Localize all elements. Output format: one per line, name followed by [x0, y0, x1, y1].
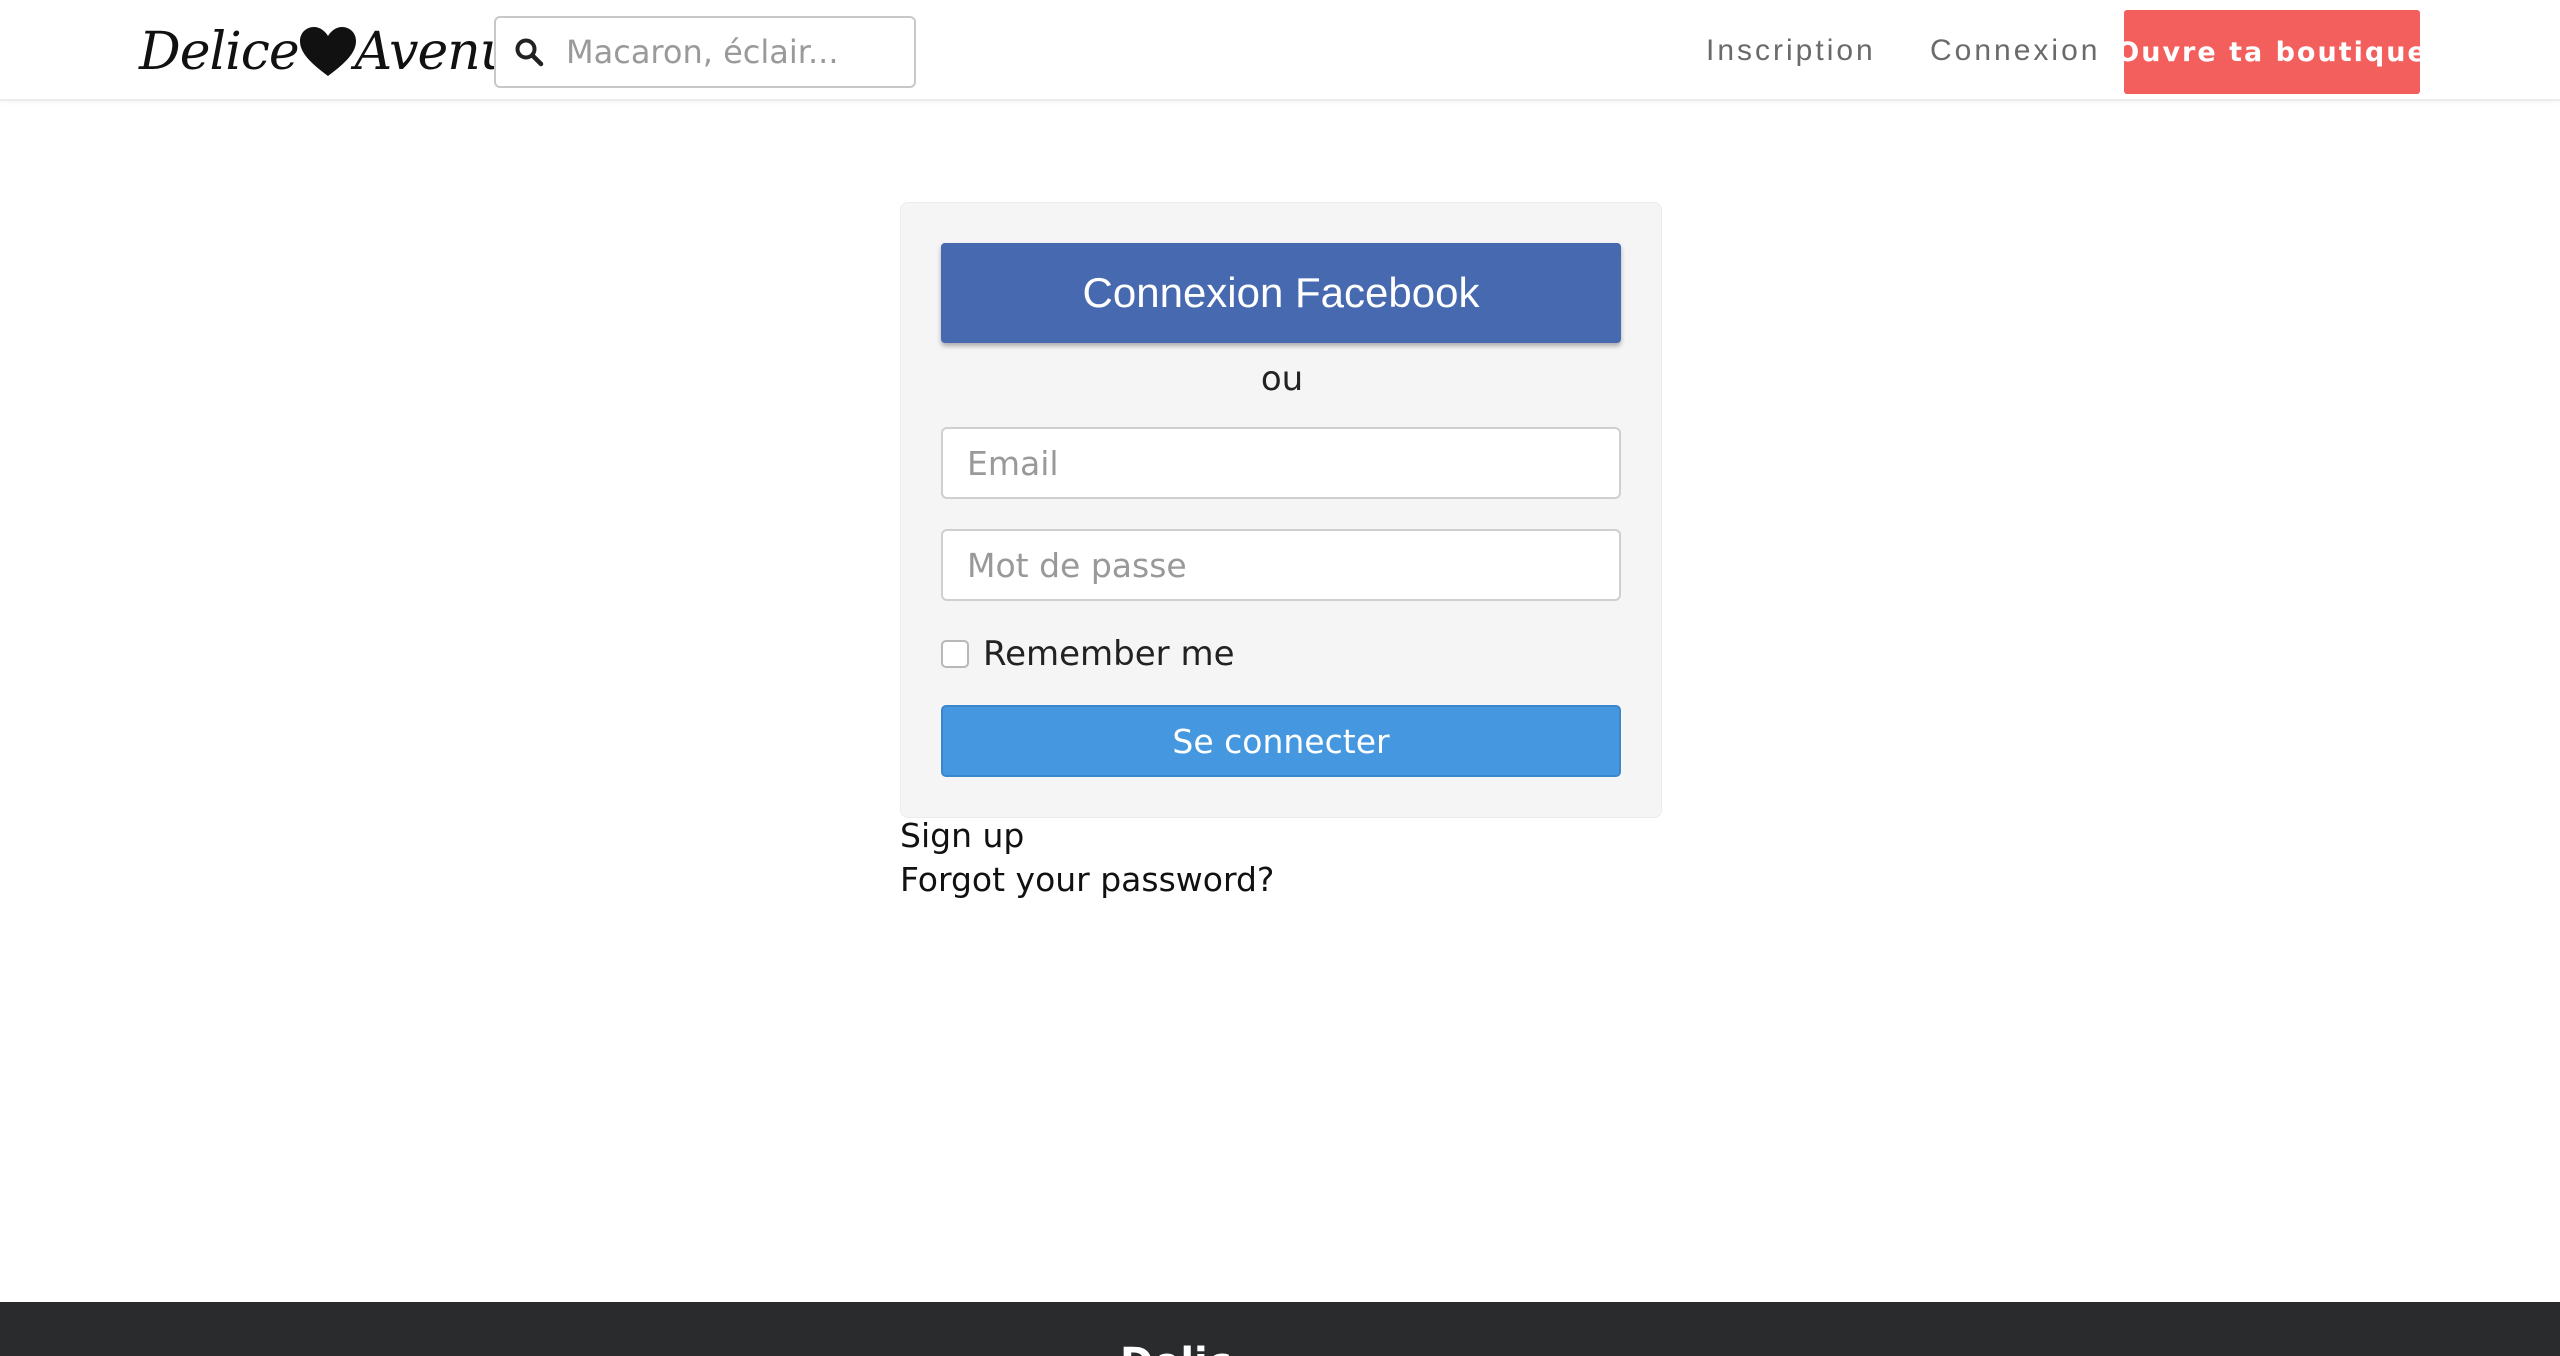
footer: Delic: [0, 1302, 2560, 1356]
email-field[interactable]: [941, 427, 1621, 499]
search-box[interactable]: [494, 16, 916, 88]
facebook-login-button[interactable]: Connexion Facebook: [941, 243, 1621, 343]
login-card: Connexion Facebook ou Remember me Se con…: [900, 202, 1662, 818]
nav-link-connexion[interactable]: Connexion: [1930, 26, 2100, 76]
sign-up-link[interactable]: Sign up: [900, 816, 1024, 855]
remember-me[interactable]: Remember me: [941, 629, 1235, 679]
forgot-password-link[interactable]: Forgot your password?: [900, 860, 1274, 899]
footer-title: Delic: [1120, 1340, 1231, 1356]
search-input[interactable]: [566, 33, 896, 71]
login-submit-button[interactable]: Se connecter: [941, 705, 1621, 777]
top-navbar: Delice Avenue Inscription Connexion Ouvr…: [0, 0, 2560, 101]
search-icon: [515, 38, 544, 67]
brand-logo[interactable]: Delice Avenue: [139, 12, 543, 92]
password-field[interactable]: [941, 529, 1621, 601]
separator-text: ou: [1260, 359, 1304, 399]
remember-me-label: Remember me: [983, 634, 1235, 674]
nav-link-inscription[interactable]: Inscription: [1706, 26, 1876, 76]
brand-name-part1: Delice: [139, 22, 300, 82]
remember-me-checkbox[interactable]: [941, 640, 969, 668]
open-shop-button[interactable]: Ouvre ta boutique: [2116, 10, 2426, 94]
heart-icon: [299, 27, 356, 76]
